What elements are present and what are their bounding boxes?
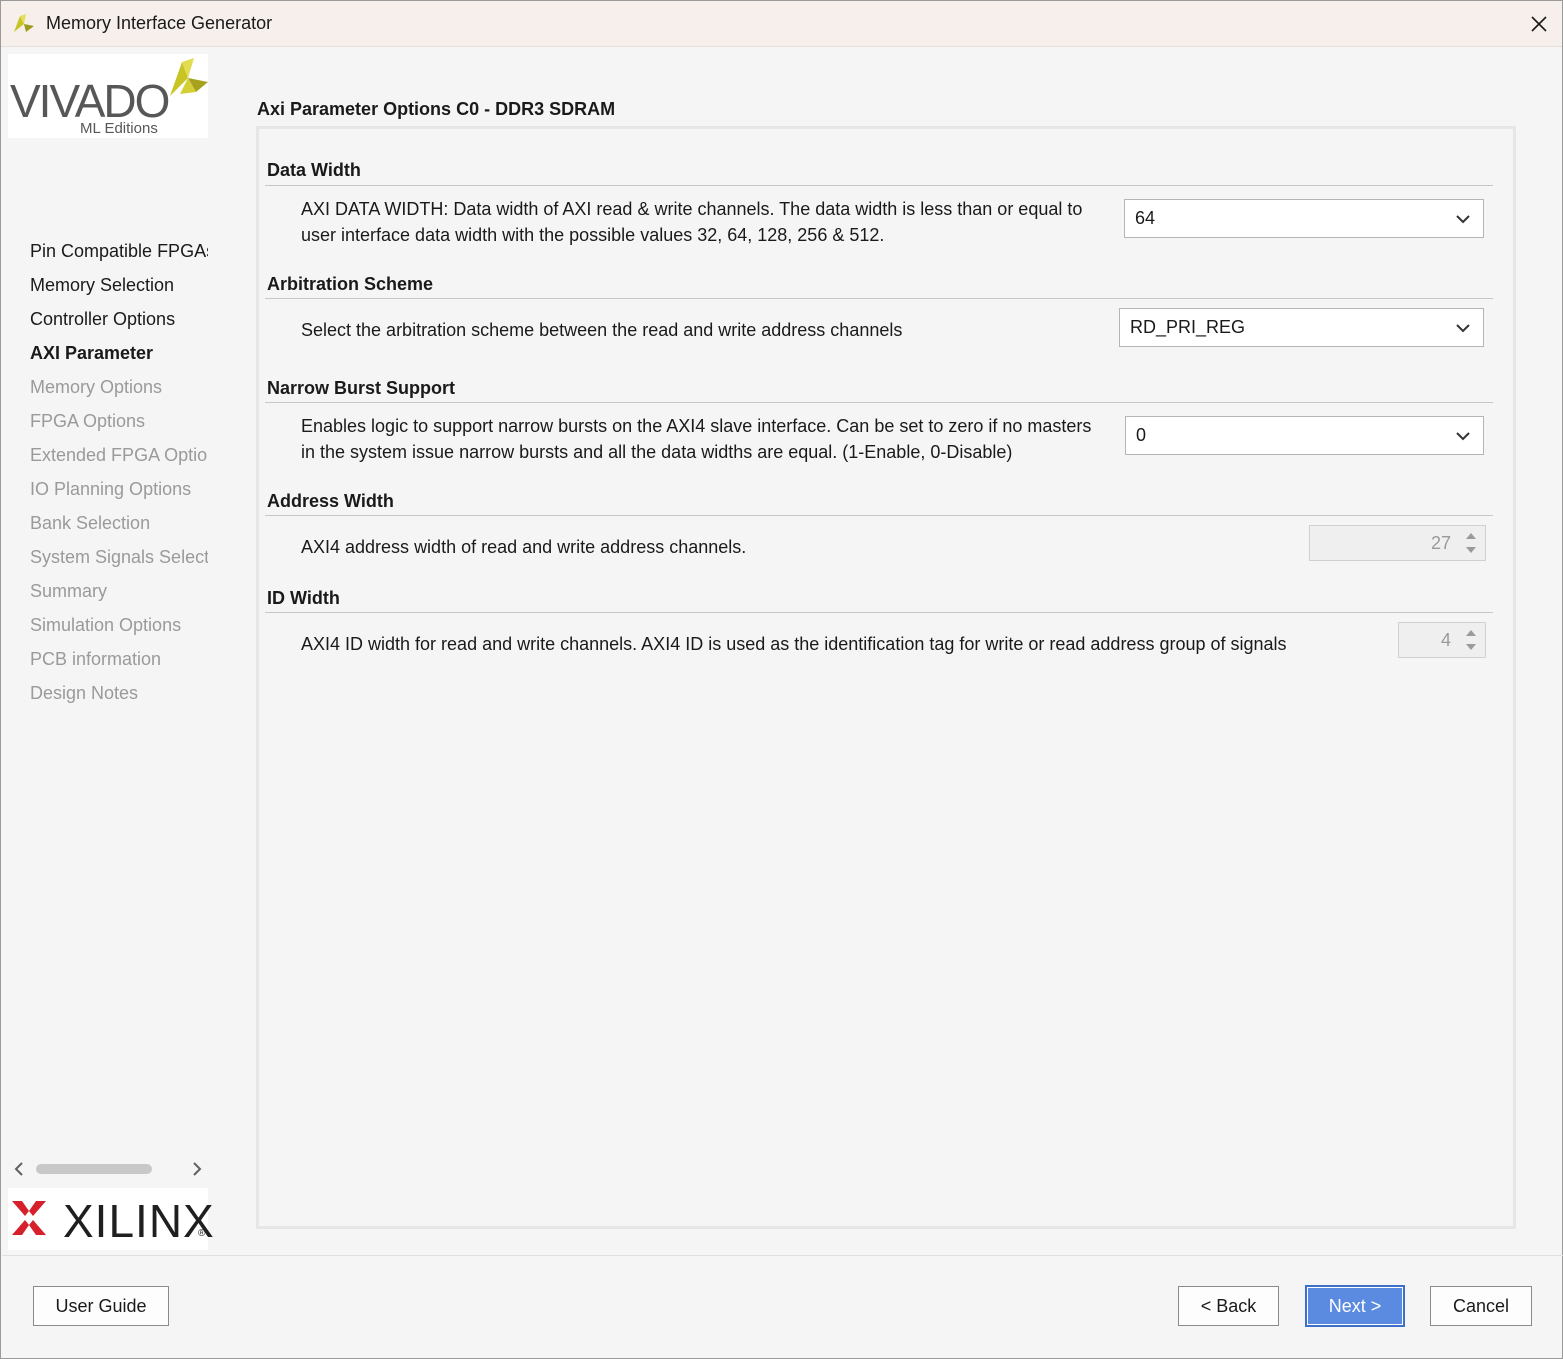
vivado-edition-label: ML Editions: [80, 120, 158, 137]
spinner-arrows-icon[interactable]: [1463, 529, 1479, 557]
chevron-down-icon: [1456, 324, 1470, 333]
next-label: Next >: [1328, 1295, 1382, 1316]
section-title-address-width: Address Width: [267, 491, 394, 511]
vivado-icon: [14, 14, 34, 32]
section-title-data-width: Data Width: [267, 160, 361, 180]
cancel-label: Cancel: [1452, 1295, 1510, 1316]
sidebar-item-bank-selection: Bank Selection: [30, 513, 151, 533]
section-title-id-width: ID Width: [267, 588, 340, 608]
parameter-panel: Data Width AXI DATA WIDTH: Data width of…: [256, 126, 1516, 1229]
section-divider: [265, 612, 1493, 613]
left-panel: VIVADO ML Editions Pin Compatible FPGAs …: [2, 48, 214, 1255]
scroll-left-icon[interactable]: [10, 1160, 28, 1178]
arbitration-scheme-value: RD_PRI_REG: [1130, 317, 1246, 337]
sidebar-item-fpga-options: FPGA Options: [30, 411, 146, 431]
page-title: Axi Parameter Options C0 - DDR3 SDRAM: [257, 99, 616, 119]
sidebar-item-memory-options: Memory Options: [30, 377, 163, 397]
sidebar-item-memory-selection[interactable]: Memory Selection: [2, 268, 208, 302]
back-button[interactable]: < Back: [1178, 1286, 1279, 1326]
chevron-down-icon: [1456, 432, 1470, 441]
sidebar-item-io-planning-options: IO Planning Options: [30, 479, 192, 499]
sidebar-item-controller-options[interactable]: Controller Options: [2, 302, 208, 336]
sidebar-item-pcb-information: PCB information: [30, 649, 162, 669]
back-label: < Back: [1200, 1295, 1257, 1316]
xilinx-logo: XILINX ®: [8, 1188, 214, 1250]
window-title: Memory Interface Generator: [46, 13, 273, 33]
mig-dialog-window: Memory Interface Generator VIVADO ML Edi…: [0, 0, 1563, 1359]
vivado-logo: VIVADO ML Editions: [8, 54, 208, 138]
section-title-arbitration-scheme: Arbitration Scheme: [267, 274, 434, 294]
address-width-description: AXI4 address width of read and write add…: [301, 537, 747, 557]
narrow-burst-description: Enables logic to support narrow bursts o…: [301, 413, 1091, 465]
wizard-step-list: Pin Compatible FPGAs Memory Selection Co…: [2, 234, 212, 710]
sidebar-item-simulation-options: Simulation Options: [30, 615, 182, 635]
chevron-down-icon: [1456, 215, 1470, 224]
section-divider: [265, 515, 1493, 516]
registered-mark: ®: [198, 1228, 206, 1239]
data-width-value: 64: [1135, 208, 1156, 228]
sidebar-horizontal-scrollbar[interactable]: [10, 1158, 206, 1180]
sidebar-item-axi-parameter[interactable]: AXI Parameter: [2, 336, 208, 370]
section-divider: [265, 402, 1493, 403]
arbitration-scheme-select[interactable]: RD_PRI_REG: [1119, 308, 1484, 347]
narrow-burst-select[interactable]: 0: [1125, 416, 1484, 455]
sidebar-item-summary: Summary: [30, 581, 108, 601]
data-width-select[interactable]: 64: [1124, 199, 1484, 238]
address-width-value: 27: [1430, 533, 1451, 553]
user-guide-button[interactable]: User Guide: [33, 1286, 169, 1326]
spinner-arrows-icon[interactable]: [1463, 626, 1479, 654]
sidebar-item-pin-compatible-fpgas[interactable]: Pin Compatible FPGAs: [2, 234, 208, 268]
title-bar: Memory Interface Generator: [1, 1, 1562, 47]
id-width-value: 4: [1440, 630, 1451, 650]
close-icon: [1531, 16, 1547, 32]
id-width-spinner[interactable]: 4: [1398, 622, 1486, 658]
section-title-narrow-burst-support: Narrow Burst Support: [267, 378, 456, 398]
vivado-mark-icon: [170, 58, 208, 96]
footer-divider: [2, 1255, 1563, 1256]
arbitration-description: Select the arbitration scheme between th…: [301, 320, 903, 340]
section-divider: [265, 185, 1493, 186]
close-button[interactable]: [1516, 1, 1562, 47]
sidebar-item-extended-fpga-options: Extended FPGA Options: [30, 445, 208, 465]
xilinx-wordmark: XILINX: [63, 1195, 215, 1247]
scroll-right-icon[interactable]: [188, 1160, 206, 1178]
user-guide-label: User Guide: [55, 1295, 147, 1316]
section-divider: [265, 298, 1493, 299]
address-width-spinner[interactable]: 27: [1309, 525, 1486, 561]
scrollbar-thumb[interactable]: [36, 1164, 152, 1174]
sidebar-item-design-notes: Design Notes: [30, 683, 139, 703]
sidebar-item-system-signals-selection: System Signals Selection: [30, 547, 208, 567]
narrow-burst-desc-line2: in the system issue narrow bursts and al…: [301, 442, 1013, 462]
data-width-desc-line1: AXI DATA WIDTH: Data width of AXI read &…: [301, 199, 1083, 219]
data-width-desc-line2: user interface data width with the possi…: [301, 225, 885, 245]
narrow-burst-desc-line1: Enables logic to support narrow bursts o…: [301, 416, 1092, 436]
next-button[interactable]: Next >: [1305, 1285, 1405, 1327]
cancel-button[interactable]: Cancel: [1430, 1286, 1532, 1326]
id-width-description: AXI4 ID width for read and write channel…: [301, 634, 1287, 654]
xilinx-mark-icon: [12, 1201, 46, 1235]
data-width-description: AXI DATA WIDTH: Data width of AXI read &…: [301, 196, 1082, 248]
narrow-burst-value: 0: [1136, 425, 1147, 445]
